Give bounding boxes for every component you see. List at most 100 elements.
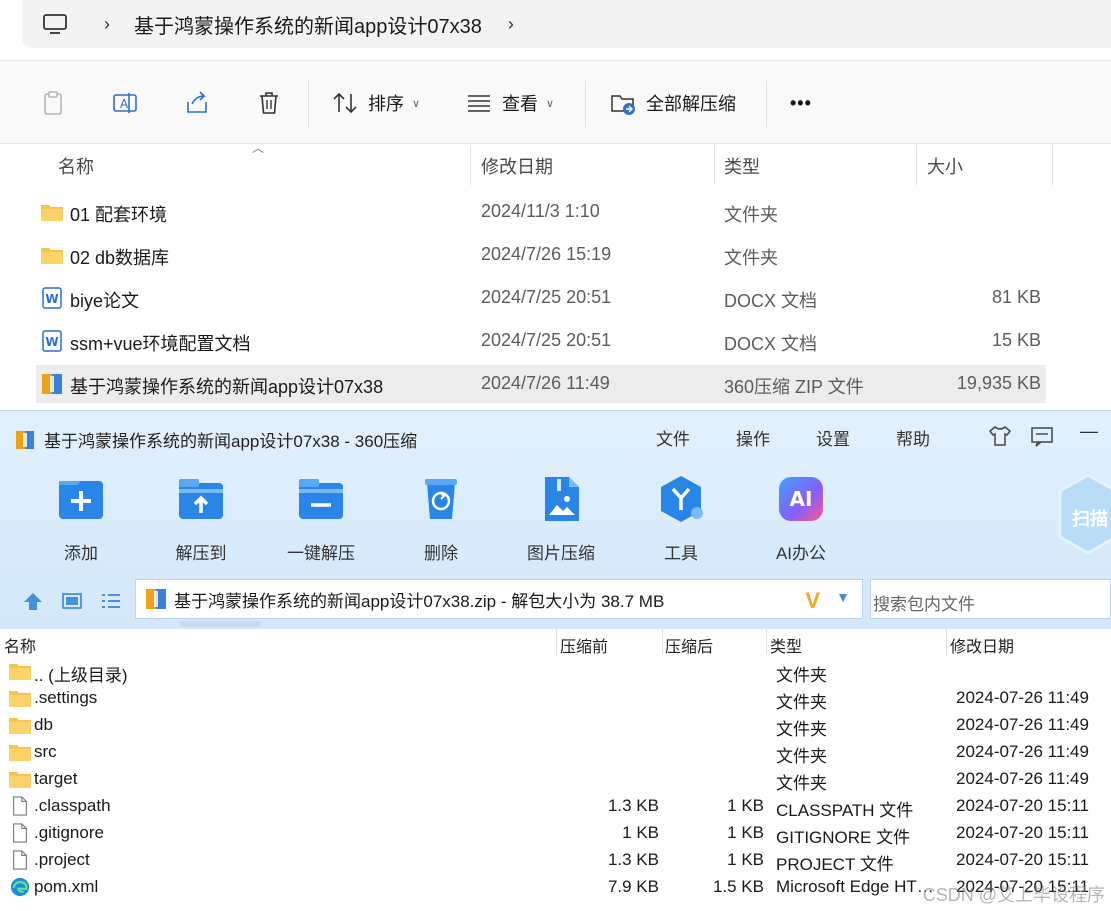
- zip-entry-type: CLASSPATH 文件: [776, 801, 914, 820]
- zip-path-box[interactable]: 基于鸿蒙操作系统的新闻app设计07x38.zip - 解包大小为 38.7 M…: [135, 579, 863, 619]
- zip-file-row[interactable]: db 文件夹 2024-07-26 11:49: [0, 712, 1111, 739]
- column-date[interactable]: 修改日期: [481, 153, 553, 179]
- menu-help[interactable]: 帮助: [896, 425, 930, 450]
- zip-file-row[interactable]: src 文件夹 2024-07-26 11:49: [0, 739, 1111, 766]
- file-date: 2024/7/26 11:49: [481, 373, 610, 393]
- zip-entry-name: .. (上级目录): [34, 666, 128, 685]
- ai-office-button[interactable]: AI AI办公: [751, 473, 851, 564]
- paste-button[interactable]: [40, 87, 66, 119]
- extract-to-button[interactable]: 解压到: [151, 473, 251, 564]
- rename-icon: A: [113, 93, 137, 113]
- zip-entry-after: 1 KB: [727, 823, 764, 842]
- zip-file-row[interactable]: .gitignore 1 KB 1 KB GITIGNORE 文件 2024-07-20…: [0, 820, 1111, 847]
- column-divider[interactable]: [916, 145, 917, 185]
- zip-entry-type: Microsoft Edge HTML Document: [776, 877, 946, 896]
- list-view-icon[interactable]: [100, 591, 122, 611]
- zip-entry-before: 1.3 KB: [607, 850, 659, 869]
- zip-entry-before: 1 KB: [622, 823, 659, 842]
- zip-file-row[interactable]: .settings 文件夹 2024-07-26 11:49: [0, 685, 1111, 712]
- menu-settings[interactable]: 设置: [816, 425, 850, 450]
- folder-icon: [8, 661, 32, 681]
- column-divider[interactable]: [766, 629, 767, 655]
- v-logo-icon[interactable]: V: [805, 588, 820, 614]
- zip-title-bar: 基于鸿蒙操作系统的新闻app设计07x38 - 360压缩: [14, 427, 417, 452]
- view-button[interactable]: 查看 ∨: [466, 87, 554, 119]
- skin-icon[interactable]: [988, 425, 1012, 447]
- scan-badge[interactable]: 扫描: [1058, 473, 1111, 555]
- zip-file-row[interactable]: .. (上级目录) 文件夹: [0, 658, 1111, 685]
- image-compress-button[interactable]: 图片压缩: [511, 473, 611, 564]
- add-button[interactable]: 添加: [31, 473, 131, 564]
- file-size: 15 KB: [991, 330, 1041, 350]
- zip-archive-icon: [40, 373, 64, 395]
- scan-badge-text: 扫描: [1072, 508, 1108, 530]
- column-divider[interactable]: [1052, 145, 1053, 185]
- extract-all-button[interactable]: 全部解压缩: [610, 87, 736, 119]
- extract-all-label: 全部解压缩: [646, 94, 736, 114]
- explorer-file-row[interactable]: 02 db数据库 2024/7/26 15:19 文件夹: [36, 236, 1046, 274]
- column-size[interactable]: 大小: [927, 153, 963, 179]
- file-date: 2024/7/26 15:19: [481, 244, 612, 264]
- column-divider[interactable]: [714, 145, 715, 185]
- horizontal-scroll-indicator[interactable]: [180, 621, 260, 627]
- zip-column-name[interactable]: 名称: [4, 633, 36, 657]
- column-divider[interactable]: [470, 145, 471, 185]
- up-arrow-icon[interactable]: [22, 591, 44, 611]
- svg-text:A: A: [120, 97, 129, 111]
- explorer-file-row[interactable]: 01 配套环境 2024/11/3 1:10 文件夹: [36, 193, 1046, 231]
- zip-entry-type: 文件夹: [776, 666, 827, 685]
- zip-column-date[interactable]: 修改日期: [950, 633, 1014, 657]
- share-button[interactable]: [184, 87, 210, 119]
- file-name: 基于鸿蒙操作系统的新闻app设计07x38: [70, 377, 384, 397]
- feedback-icon[interactable]: [1030, 425, 1054, 447]
- file-type: DOCX 文档: [724, 334, 818, 354]
- explorer-file-row[interactable]: 基于鸿蒙操作系统的新闻app设计07x38 2024/7/26 11:49 360压…: [36, 365, 1046, 403]
- column-divider[interactable]: [662, 629, 663, 655]
- column-divider[interactable]: [946, 629, 947, 655]
- zip-navigation-bar: 基于鸿蒙操作系统的新闻app设计07x38.zip - 解包大小为 38.7 M…: [0, 571, 1111, 627]
- explorer-file-row[interactable]: Wbiye论文 2024/7/25 20:51 DOCX 文档 81 KB: [36, 279, 1046, 317]
- folder-icon: [8, 769, 32, 789]
- zip-file-row[interactable]: .classpath 1.3 KB 1 KB CLASSPATH 文件 2024-07-…: [0, 793, 1111, 820]
- tools-button[interactable]: 工具: [631, 473, 731, 564]
- file-type: 文件夹: [724, 205, 778, 225]
- zip-column-after[interactable]: 压缩后: [665, 633, 713, 657]
- column-type[interactable]: 类型: [724, 153, 760, 179]
- address-path[interactable]: 基于鸿蒙操作系统的新闻app设计07x38: [134, 10, 482, 39]
- file-size: 81 KB: [991, 287, 1041, 307]
- zip-file-row[interactable]: .project 1.3 KB 1 KB PROJECT 文件 2024-07-20 1…: [0, 847, 1111, 874]
- menu-operate[interactable]: 操作: [736, 425, 770, 450]
- trash-icon: [260, 92, 278, 114]
- more-options-button[interactable]: •••: [790, 87, 812, 119]
- dropdown-arrow-icon[interactable]: ▼: [836, 589, 850, 605]
- zip-column-type[interactable]: 类型: [770, 633, 802, 657]
- rename-button[interactable]: A: [112, 87, 138, 119]
- zip-window-title: 基于鸿蒙操作系统的新闻app设计07x38 - 360压缩: [44, 432, 418, 451]
- chevron-right-icon[interactable]: ›: [508, 14, 514, 35]
- zip-file-row[interactable]: target 文件夹 2024-07-26 11:49: [0, 766, 1111, 793]
- explorer-file-row[interactable]: Wssm+vue环境配置文档 2024/7/25 20:51 DOCX 文档 15 K…: [36, 322, 1046, 360]
- toolbar-divider: [308, 81, 309, 127]
- delete-button[interactable]: [256, 87, 282, 119]
- column-name[interactable]: 名称: [58, 153, 94, 179]
- menu-file[interactable]: 文件: [656, 425, 690, 450]
- address-bar[interactable]: › 基于鸿蒙操作系统的新闻app设计07x38 ›: [22, 0, 1111, 48]
- sort-button[interactable]: 排序 ∨: [332, 87, 420, 119]
- zip-delete-button[interactable]: 删除: [391, 473, 491, 564]
- chevron-right-icon[interactable]: ›: [104, 14, 110, 35]
- computer-icon[interactable]: [42, 13, 68, 35]
- thumbnail-view-icon[interactable]: [61, 591, 83, 611]
- zip-entry-name: target: [34, 769, 78, 788]
- zip-delete-label: 删除: [424, 544, 458, 563]
- ai-office-icon: AI: [779, 477, 823, 521]
- search-input[interactable]: 搜索包内文件: [870, 579, 1111, 619]
- column-divider[interactable]: [556, 629, 557, 655]
- share-icon: [187, 91, 207, 113]
- ai-office-label: AI办公: [775, 544, 827, 563]
- minimize-button[interactable]: —: [1080, 421, 1098, 442]
- toolbar-divider: [766, 81, 767, 127]
- file-name: 01 配套环境: [70, 205, 168, 225]
- zip-entry-name: src: [34, 742, 57, 761]
- one-click-extract-button[interactable]: 一键解压: [271, 473, 371, 564]
- zip-column-before[interactable]: 压缩前: [560, 633, 608, 657]
